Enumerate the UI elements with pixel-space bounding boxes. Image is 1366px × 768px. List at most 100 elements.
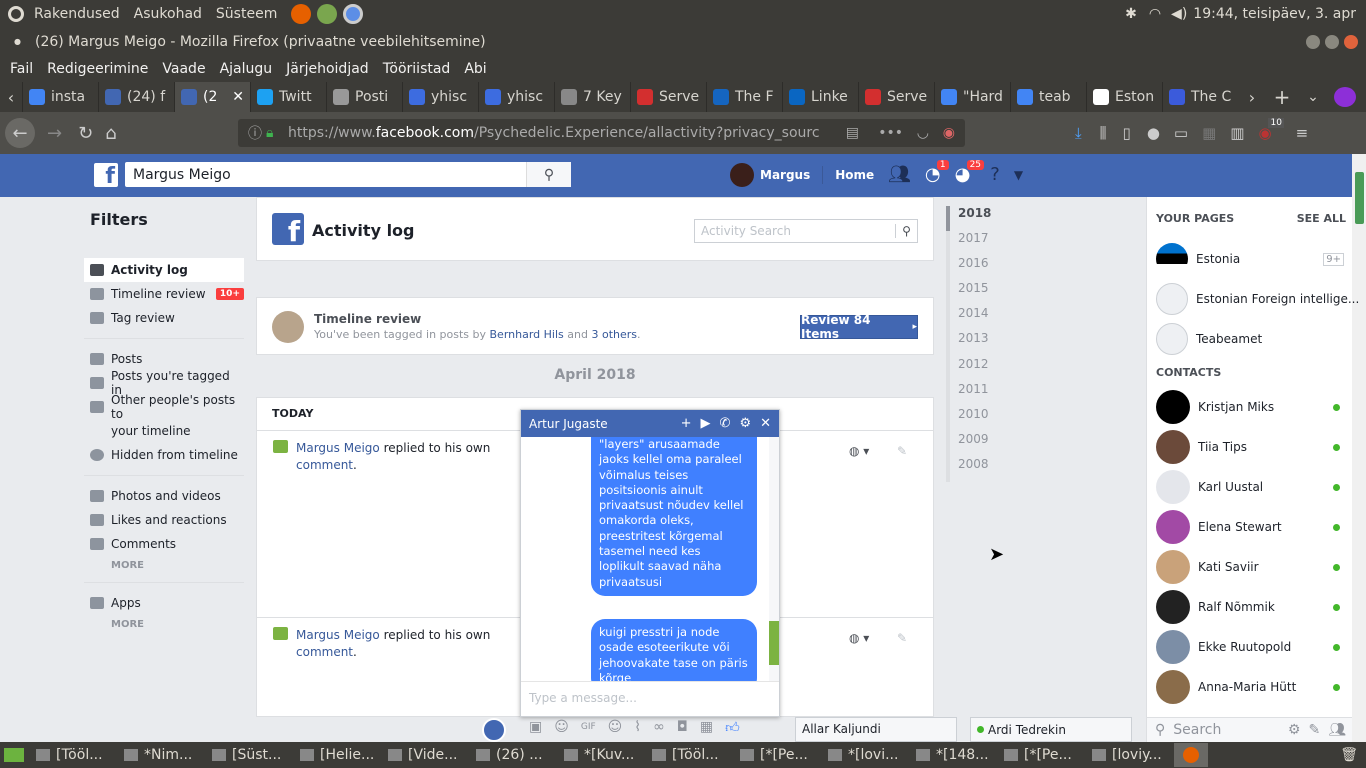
video-call-icon[interactable]: ▶ — [701, 416, 711, 431]
new-group-icon[interactable]: 👥︎ — [1328, 722, 1346, 738]
contact-item[interactable]: Kristjan Miks — [1147, 387, 1352, 427]
year-item[interactable]: 2014 — [950, 306, 1006, 331]
task-item[interactable]: [Helie... — [294, 742, 382, 768]
page-item[interactable]: Estonia 9+ — [1147, 239, 1352, 279]
year-item[interactable]: 2008 — [950, 457, 1006, 482]
comment-link[interactable]: comment — [296, 458, 353, 472]
firefox-task-icon[interactable] — [1174, 743, 1208, 767]
menu-edit[interactable]: Redigeerimine — [47, 61, 148, 77]
contact-item[interactable]: Tiia Tips — [1147, 427, 1352, 467]
filter-others-posts-cont[interactable]: your timeline — [84, 419, 244, 443]
contact-item[interactable]: Ekke Ruutopold — [1147, 627, 1352, 667]
filter-hidden[interactable]: Hidden from timeline — [84, 443, 244, 467]
contact-item[interactable]: Kati Saviir — [1147, 547, 1352, 587]
tab-7[interactable]: 7 Key — [554, 82, 630, 112]
filter-posts-tagged[interactable]: Posts you're tagged in — [84, 369, 244, 397]
like-thumb-icon[interactable]: 👍︎ — [725, 719, 740, 736]
task-item[interactable]: [Tööl... — [30, 742, 118, 768]
globe-icon[interactable] — [482, 718, 506, 742]
menu-view[interactable]: Vaade — [162, 61, 205, 77]
profile-link[interactable]: Margus — [760, 168, 810, 182]
chat-message[interactable]: kuigi presstri ja node osade esoteerikut… — [591, 619, 757, 681]
tagger-link[interactable]: Bernhard Hils — [490, 328, 564, 341]
gif-icon[interactable]: GIF — [581, 722, 596, 732]
menu-places[interactable]: Asukohad — [134, 6, 202, 22]
download-icon[interactable]: ⤓ — [1075, 124, 1082, 142]
container-icon[interactable]: ▦ — [1202, 124, 1216, 142]
settings-gear-icon[interactable]: ⚙ — [739, 416, 751, 431]
url-bar[interactable]: ⓘ 🔒︎ https://www.facebook.com/Psychedeli… — [238, 119, 965, 147]
filter-activity-log[interactable]: Activity log — [84, 258, 244, 282]
task-item[interactable]: *[lovi... — [822, 742, 910, 768]
help-icon[interactable]: ? — [990, 164, 1000, 185]
year-item[interactable]: 2018 — [946, 206, 1006, 232]
trash-icon[interactable]: 🗑︎ — [1340, 747, 1358, 763]
minimize-button[interactable] — [1306, 34, 1320, 49]
year-item[interactable]: 2016 — [950, 256, 1006, 281]
filter-comments[interactable]: Comments — [84, 532, 244, 556]
edit-pencil-icon[interactable]: ✎ — [897, 631, 907, 645]
tabs-scroll-right-icon[interactable]: › — [1238, 88, 1266, 107]
tab-15[interactable]: The C — [1162, 82, 1238, 112]
menu-file[interactable]: Fail — [10, 61, 33, 77]
privacy-globe-icon[interactable]: ◍ ▾ — [849, 444, 869, 458]
year-item[interactable]: 2012 — [950, 357, 1006, 382]
extension-icon[interactable]: ● — [1147, 124, 1160, 142]
menu-history[interactable]: Ajalugu — [220, 61, 273, 77]
tab-11[interactable]: Serve — [858, 82, 934, 112]
year-item[interactable]: 2017 — [950, 231, 1006, 256]
year-item[interactable]: 2015 — [950, 281, 1006, 306]
emoji-icon[interactable]: ☺ — [608, 719, 623, 735]
filter-photos[interactable]: Photos and videos — [84, 484, 244, 508]
tab-5[interactable]: yhisc — [402, 82, 478, 112]
chrome-launcher-icon[interactable] — [343, 4, 364, 24]
chat-message[interactable]: "layers" arusaamade jaoks kellel oma par… — [591, 437, 757, 596]
maximize-button[interactable] — [1325, 34, 1339, 49]
profile-link[interactable]: Margus Meigo — [296, 628, 380, 642]
firefox-launcher-icon[interactable] — [291, 4, 312, 24]
app-launcher-icon[interactable] — [317, 4, 338, 24]
compose-icon[interactable]: ✎ — [1308, 722, 1320, 738]
search-icon[interactable]: ⚲ — [895, 224, 917, 238]
ublock-icon[interactable]: ◉ 10 — [1258, 118, 1284, 142]
year-item[interactable]: 2009 — [950, 432, 1006, 457]
table-icon[interactable]: ▦ — [700, 719, 713, 735]
window-menu-icon[interactable]: ● — [14, 37, 21, 46]
review-items-button[interactable]: Review 84 Items ▸ — [800, 313, 918, 341]
filter-apps[interactable]: Apps — [84, 591, 244, 615]
home-link[interactable]: Home — [835, 168, 874, 182]
profile-link[interactable]: Margus Meigo — [296, 441, 380, 455]
extension-icon[interactable]: ◉ — [943, 125, 955, 141]
attachment-icon[interactable]: ⌇ — [634, 719, 641, 735]
site-info-icon[interactable]: ⓘ — [248, 123, 262, 143]
tab-1[interactable]: (24) f — [98, 82, 174, 112]
comment-link[interactable]: comment — [296, 645, 353, 659]
show-desktop-icon[interactable] — [4, 748, 24, 762]
tab-12[interactable]: "Hard — [934, 82, 1010, 112]
more-link[interactable]: MORE — [84, 556, 244, 574]
ubuntu-logo-icon[interactable] — [8, 6, 24, 22]
reader-view-icon[interactable]: ▤ — [846, 125, 859, 141]
activity-search-input[interactable]: Activity Search ⚲ — [694, 219, 918, 243]
filter-posts[interactable]: Posts — [84, 347, 244, 371]
clock[interactable]: 19:44, teisipäev, 3. apr — [1193, 6, 1356, 22]
contact-item[interactable]: Ralf Nõmmik — [1147, 587, 1352, 627]
page-scrollbar[interactable] — [1352, 154, 1366, 742]
edit-pencil-icon[interactable]: ✎ — [897, 444, 907, 458]
add-people-icon[interactable]: + — [681, 416, 692, 431]
tab-14[interactable]: Eston — [1086, 82, 1162, 112]
pocket-icon[interactable]: ◡ — [917, 125, 929, 141]
wifi-icon[interactable]: ◠ — [1149, 6, 1161, 22]
tab-close-icon[interactable]: ✕ — [232, 89, 244, 105]
bluetooth-icon[interactable]: ✱ — [1125, 6, 1137, 22]
messenger-icon[interactable]: ◔ 1 — [925, 160, 949, 185]
chat-header[interactable]: Artur Jugaste + ▶ ✆ ⚙ ✕ — [521, 410, 779, 437]
library-icon[interactable]: ⫼ — [1100, 124, 1107, 142]
trash-icon[interactable]: ▥ — [1230, 124, 1244, 142]
tab-10[interactable]: Linke — [782, 82, 858, 112]
avatar[interactable] — [730, 162, 754, 187]
contact-item[interactable]: Elena Stewart — [1147, 507, 1352, 547]
filter-timeline-review[interactable]: Timeline review 10+ — [84, 282, 244, 306]
window-close-button[interactable] — [1344, 34, 1358, 49]
minimized-chat[interactable]: Ardi Tedrekin — [970, 717, 1132, 742]
